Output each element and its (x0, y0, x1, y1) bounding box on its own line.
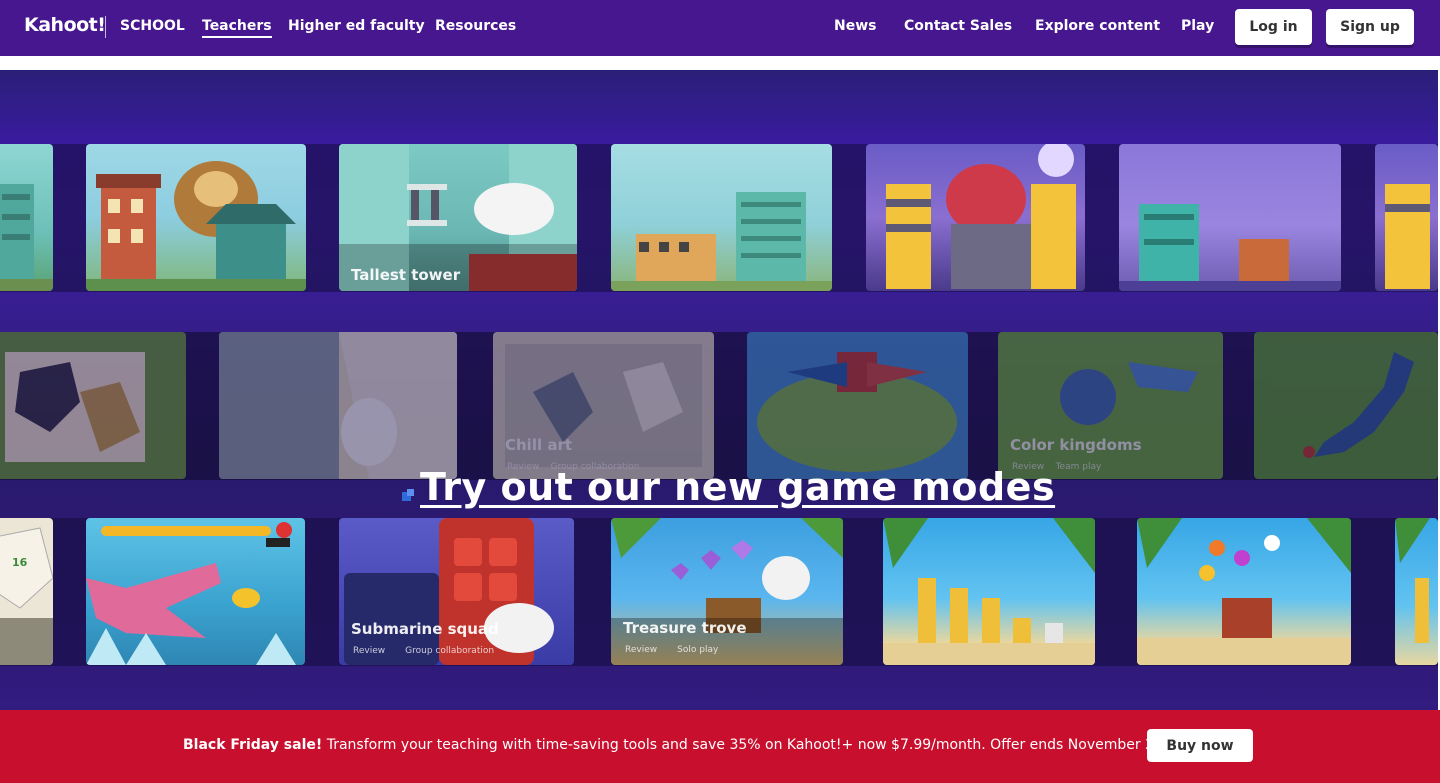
game-card[interactable] (866, 144, 1085, 291)
game-card[interactable] (0, 332, 186, 479)
card-art: 16 (0, 527, 53, 665)
card-art (757, 352, 957, 472)
game-card[interactable] (0, 144, 53, 291)
external-link-icon (402, 489, 414, 501)
card-art (1303, 352, 1414, 458)
game-card[interactable] (611, 144, 832, 291)
card-art (505, 344, 702, 467)
card-art (344, 518, 554, 665)
card-art (611, 518, 843, 665)
nav-link-news[interactable]: News (834, 18, 876, 34)
banner-message: Black Friday sale! Transform your teachi… (183, 737, 1167, 753)
nav-link-play[interactable]: Play (1181, 18, 1214, 34)
card-art (1119, 204, 1341, 291)
game-card[interactable] (1395, 518, 1438, 665)
game-card[interactable]: Chill art Review Group collaboration (493, 332, 714, 479)
card-art (219, 332, 457, 479)
login-button[interactable]: Log in (1235, 9, 1312, 45)
game-card-title: Tallest tower (351, 266, 461, 284)
card-art (1385, 184, 1430, 289)
game-card[interactable] (883, 518, 1095, 665)
hero-title-link[interactable]: Try out our new game modes (420, 465, 1055, 509)
nav-link-teachers[interactable]: Teachers (202, 18, 272, 38)
game-card-title: Color kingdoms (1010, 436, 1142, 454)
game-card[interactable] (1119, 144, 1341, 291)
card-art (5, 352, 145, 462)
game-card-title: Treasure trove (623, 619, 747, 637)
game-modes-hero[interactable]: Tallest tower Chill art Review Group col… (0, 70, 1438, 710)
nav-link-explore-content[interactable]: Explore content (1035, 18, 1160, 34)
game-card[interactable]: 16 (0, 518, 53, 665)
card-art (1060, 362, 1198, 425)
nav-link-resources[interactable]: Resources (435, 18, 516, 34)
banner-body: Transform your teaching with time-saving… (322, 737, 1168, 753)
game-card[interactable] (86, 518, 305, 665)
nav-link-school[interactable]: SCHOOL (120, 18, 185, 34)
signup-button[interactable]: Sign up (1326, 9, 1414, 45)
card-art (1395, 518, 1430, 643)
card-art (86, 161, 306, 291)
nav-link-higher-ed[interactable]: Higher ed faculty (288, 18, 425, 34)
game-card[interactable] (1375, 144, 1438, 291)
game-card-meta: Review Group collaboration (353, 646, 495, 656)
game-card[interactable] (1137, 518, 1351, 665)
game-card-title: Chill art (505, 436, 573, 454)
header-spacer (0, 56, 1440, 70)
game-card[interactable] (219, 332, 457, 479)
card-art (883, 518, 1095, 665)
banner-bold: Black Friday sale! (183, 737, 323, 753)
game-card[interactable]: Color kingdoms Review Team play (998, 332, 1223, 479)
game-card[interactable]: Submarine squad Review Group collaborati… (339, 518, 574, 665)
buy-now-button[interactable]: Buy now (1147, 729, 1253, 762)
game-card[interactable] (1254, 332, 1438, 479)
top-navigation: Kahoot! SCHOOL Teachers Higher ed facult… (0, 0, 1440, 56)
kahoot-logo[interactable]: Kahoot! (24, 14, 106, 36)
black-friday-banner: Black Friday sale! Transform your teachi… (0, 710, 1440, 783)
game-card[interactable]: Treasure trove Review Solo play (611, 518, 843, 665)
svg-text:16: 16 (12, 556, 28, 569)
card-art (886, 144, 1076, 289)
game-card-meta: Review Solo play (625, 645, 719, 655)
game-card[interactable] (86, 144, 306, 291)
game-card-title: Submarine squad (351, 620, 499, 638)
card-art (0, 184, 53, 291)
game-card[interactable] (747, 332, 968, 479)
card-art (611, 192, 832, 291)
card-art (86, 522, 296, 665)
nav-link-contact-sales[interactable]: Contact Sales (904, 18, 1012, 34)
game-card[interactable]: Tallest tower (339, 144, 577, 291)
card-art (1137, 518, 1351, 665)
logo-divider (105, 16, 106, 38)
